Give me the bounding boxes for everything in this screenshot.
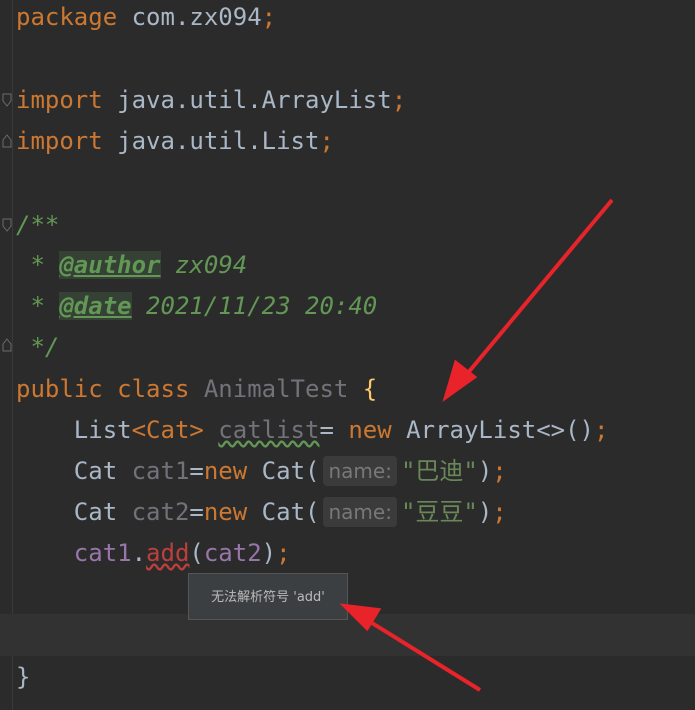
keyword: package bbox=[16, 3, 118, 31]
object-ref: cat1 bbox=[73, 539, 132, 567]
doc-value: 2021/11/23 20:40 bbox=[131, 292, 378, 320]
keyword: import bbox=[16, 86, 103, 114]
error-tooltip: 无法解析符号 'add' bbox=[188, 573, 348, 620]
code-line-package[interactable]: package com.zx094; bbox=[16, 0, 276, 34]
keyword: class bbox=[102, 375, 190, 403]
doc-comment-end: */ bbox=[16, 333, 60, 361]
doc-tag: @date bbox=[59, 292, 132, 320]
code-line-class-decl[interactable]: public class AnimalTest { bbox=[16, 372, 377, 406]
semicolon: ; bbox=[492, 457, 507, 485]
arrow-icon bbox=[442, 198, 614, 402]
code-line-import[interactable]: import java.util.ArrayList; bbox=[16, 83, 406, 117]
type: List bbox=[16, 416, 132, 444]
doc-value: zx094 bbox=[160, 251, 248, 279]
variable: cat2 bbox=[117, 498, 190, 526]
semicolon: ; bbox=[319, 127, 334, 155]
argument: cat2 bbox=[203, 539, 262, 567]
generic: <Cat> bbox=[131, 416, 204, 444]
paren: ) bbox=[261, 539, 277, 567]
doc-comment-date: * @date 2021/11/23 20:40 bbox=[16, 289, 377, 323]
import-path: java.util.List bbox=[102, 127, 320, 155]
import-path: java.util.ArrayList bbox=[102, 86, 392, 114]
variable: catlist bbox=[218, 416, 320, 444]
parameter-hint: name: bbox=[323, 456, 397, 486]
closing-brace: } bbox=[16, 663, 31, 691]
dot: . bbox=[131, 539, 147, 567]
class-name: AnimalTest bbox=[189, 375, 349, 403]
code-line-add-call[interactable]: cat1.add(cat2); bbox=[16, 536, 291, 570]
paren: ( bbox=[189, 539, 204, 567]
doc-star: * bbox=[16, 292, 60, 320]
doc-comment-author: * @author zx094 bbox=[16, 248, 247, 282]
fold-marker-icon[interactable] bbox=[2, 134, 12, 148]
keyword: new bbox=[348, 416, 392, 444]
string-literal: "豆豆" bbox=[400, 498, 478, 526]
gutter bbox=[12, 0, 13, 710]
fold-marker-icon[interactable] bbox=[2, 338, 12, 352]
code-line-catlist[interactable]: List<Cat> catlist= new ArrayList<>(); bbox=[16, 413, 609, 447]
package-name: com.zx094 bbox=[117, 3, 262, 31]
constructor-call: Cat( bbox=[247, 498, 320, 526]
type: Cat bbox=[16, 498, 118, 526]
current-line-highlight bbox=[0, 614, 695, 656]
constructor-call: ArrayList<>() bbox=[391, 416, 595, 444]
keyword: public bbox=[16, 375, 103, 403]
type: Cat bbox=[16, 457, 118, 485]
constructor-call: Cat( bbox=[247, 457, 320, 485]
fold-marker-icon[interactable] bbox=[2, 218, 12, 232]
code-line-cat2[interactable]: Cat cat2=new Cat(name: "豆豆"); bbox=[16, 495, 507, 529]
keyword: import bbox=[16, 127, 103, 155]
semicolon: ; bbox=[261, 3, 277, 31]
brace: { bbox=[348, 375, 378, 403]
variable: cat1 bbox=[117, 457, 190, 485]
keyword: new bbox=[203, 457, 248, 485]
operator: = bbox=[189, 457, 204, 485]
fold-marker-icon[interactable] bbox=[2, 93, 12, 107]
doc-comment-start: /** bbox=[16, 211, 60, 239]
semicolon: ; bbox=[276, 539, 291, 567]
keyword: new bbox=[203, 498, 248, 526]
doc-tag: @author bbox=[59, 251, 161, 279]
doc-star: * bbox=[16, 251, 60, 279]
operator: = bbox=[319, 416, 349, 444]
code-editor[interactable]: package com.zx094; import java.util.Arra… bbox=[0, 0, 695, 710]
string-literal: "巴迪" bbox=[400, 457, 478, 485]
parameter-hint: name: bbox=[323, 497, 397, 527]
unresolved-method[interactable]: add bbox=[146, 539, 189, 567]
operator: = bbox=[189, 498, 204, 526]
semicolon: ; bbox=[594, 416, 609, 444]
code-line-import[interactable]: import java.util.List; bbox=[16, 124, 334, 158]
semicolon: ; bbox=[492, 498, 507, 526]
code-line-cat1[interactable]: Cat cat1=new Cat(name: "巴迪"); bbox=[16, 454, 507, 488]
paren: ) bbox=[477, 498, 493, 526]
paren: ) bbox=[477, 457, 493, 485]
semicolon: ; bbox=[391, 86, 407, 114]
